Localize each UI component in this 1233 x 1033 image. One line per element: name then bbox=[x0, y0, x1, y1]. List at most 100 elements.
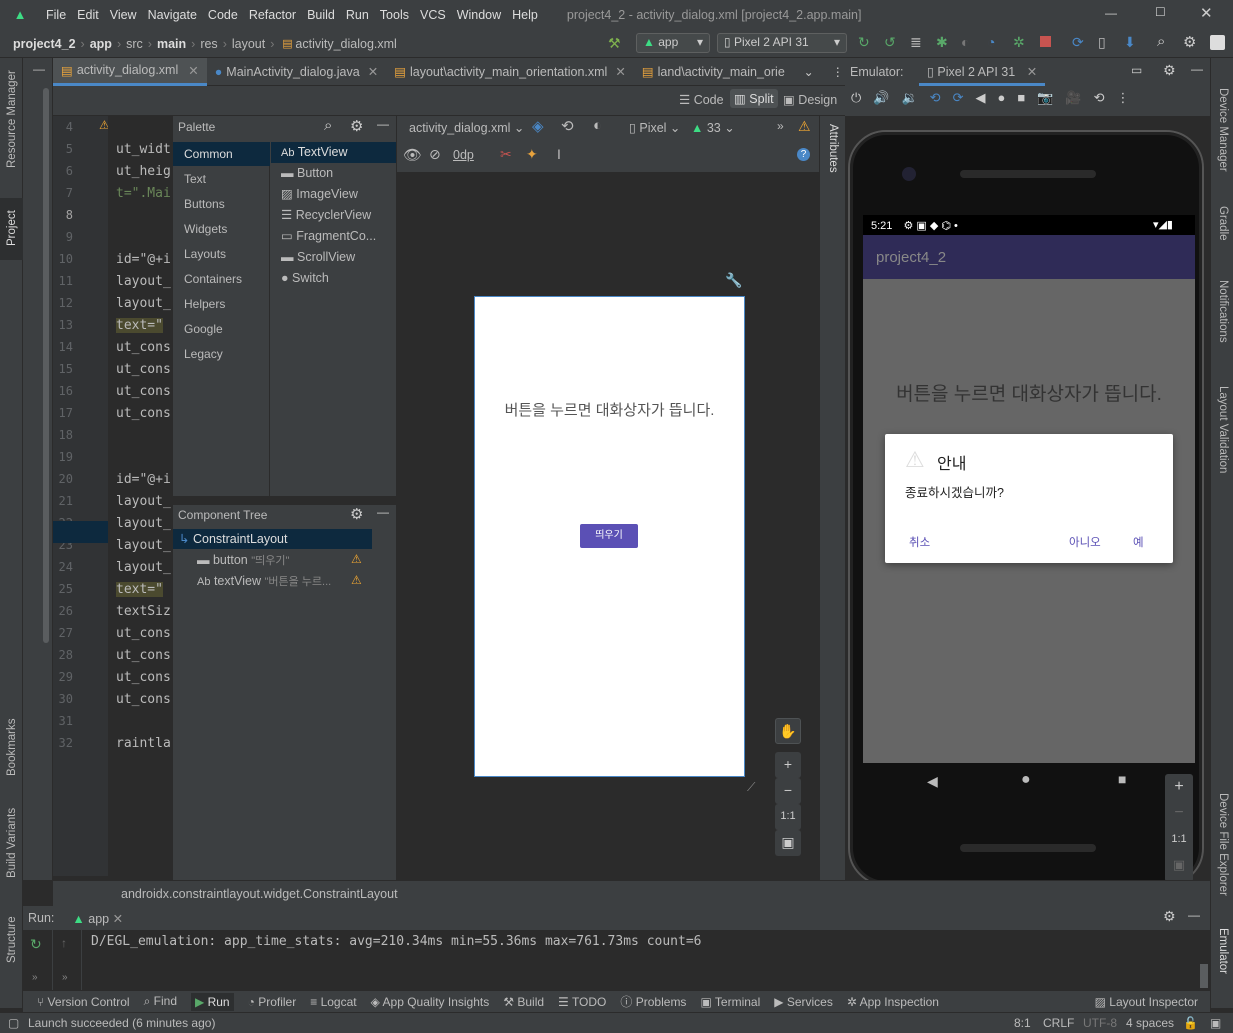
code-mode-button[interactable]: ☰ Code bbox=[679, 92, 724, 107]
dialog-no-button[interactable]: 아니오 bbox=[1069, 534, 1101, 550]
tree-settings-icon[interactable]: ⚙ bbox=[350, 505, 363, 523]
collapse-panel-icon[interactable]: — bbox=[33, 62, 45, 76]
close-tab-icon[interactable]: ✕ bbox=[1027, 65, 1037, 79]
panel-scrollbar[interactable] bbox=[43, 88, 49, 643]
menu-view[interactable]: View bbox=[110, 8, 137, 22]
palette-minimize-icon[interactable]: — bbox=[377, 117, 389, 131]
breadcrumb-project[interactable]: project4_2 bbox=[13, 37, 76, 51]
zoom-in-button[interactable]: + bbox=[775, 752, 801, 778]
tab-layout-orientation[interactable]: ▤ layout\activity_main_orientation.xml ✕ bbox=[386, 58, 634, 86]
volume-up-icon[interactable]: 🔊 bbox=[873, 90, 889, 106]
menu-refactor[interactable]: Refactor bbox=[249, 8, 296, 22]
notifications-tab[interactable]: Notifications bbox=[1217, 280, 1229, 343]
caret-position[interactable]: 8:1 bbox=[1014, 1013, 1031, 1033]
rotate-right-icon[interactable]: ⟳ bbox=[953, 90, 964, 106]
palette-cat-legacy[interactable]: Legacy bbox=[173, 342, 270, 366]
device-manager-tab[interactable]: Device Manager bbox=[1217, 88, 1229, 172]
default-margin-select[interactable]: 0dp bbox=[453, 148, 474, 162]
tree-minimize-icon[interactable]: — bbox=[377, 505, 389, 519]
more-actions-icon-2[interactable]: » bbox=[62, 972, 68, 983]
wrench-icon[interactable]: 🔧 bbox=[725, 272, 742, 289]
run-settings-icon[interactable]: ⚙ bbox=[1163, 908, 1176, 925]
palette-item-fragment[interactable]: ▭ FragmentCo... bbox=[281, 226, 376, 247]
lock-icon[interactable]: 🔓 bbox=[1183, 1013, 1198, 1033]
layout-validation-tab[interactable]: Layout Validation bbox=[1217, 386, 1229, 473]
breadcrumb-res[interactable]: res bbox=[200, 37, 217, 51]
palette-cat-layouts[interactable]: Layouts bbox=[173, 242, 270, 266]
tool-terminal[interactable]: ▣ Terminal bbox=[700, 995, 760, 1009]
emulator-tab[interactable]: ▯ Pixel 2 API 31 ✕ bbox=[919, 58, 1046, 86]
close-tab-icon[interactable]: ✕ bbox=[113, 912, 123, 926]
indent-setting[interactable]: 4 spaces bbox=[1126, 1013, 1174, 1033]
menu-tools[interactable]: Tools bbox=[380, 8, 409, 22]
device-select[interactable]: ▯ Pixel 2 API 31 ▾ bbox=[717, 33, 847, 53]
warning-icon[interactable]: ⚠ bbox=[351, 552, 362, 566]
rotate-left-icon[interactable]: ⟲ bbox=[930, 90, 941, 106]
palette-settings-icon[interactable]: ⚙ bbox=[350, 117, 363, 135]
search-icon[interactable]: ⌕ bbox=[1157, 33, 1165, 50]
emu-zoom-out-button[interactable]: − bbox=[1165, 800, 1193, 826]
close-tab-icon[interactable]: ✕ bbox=[368, 64, 378, 79]
menu-window[interactable]: Window bbox=[457, 8, 501, 22]
status-square-icon[interactable]: ▢ bbox=[8, 1013, 19, 1033]
device-file-explorer-tab[interactable]: Device File Explorer bbox=[1217, 793, 1229, 896]
device-preview-select[interactable]: ▯ Pixel ⌄ bbox=[629, 120, 680, 135]
more-actions-icon[interactable]: » bbox=[32, 972, 38, 983]
phone-screen[interactable]: 5:21 ⚙ ▣ ◆ ⌬ • ▾◢▮ project4_2 버튼을 누르면 대화… bbox=[863, 215, 1195, 763]
nav-overview-icon[interactable]: ■ bbox=[1118, 771, 1126, 787]
run-config-select[interactable]: ▲ app ▾ bbox=[636, 33, 710, 53]
tool-find[interactable]: ⌕ Find bbox=[144, 994, 177, 1009]
palette-cat-text[interactable]: Text bbox=[173, 167, 270, 191]
apply-changes-icon[interactable]: ↺ bbox=[884, 34, 896, 51]
nav-home-icon[interactable]: ● bbox=[1021, 771, 1031, 789]
palette-item-imageview[interactable]: ▨ ImageView bbox=[281, 184, 358, 205]
emu-zoom-fit-button[interactable]: ▣ bbox=[1165, 852, 1193, 878]
sdk-manager-icon[interactable]: ⬇ bbox=[1124, 34, 1136, 51]
tool-services[interactable]: ▶ Services bbox=[774, 995, 833, 1009]
tool-build[interactable]: ⚒ Build bbox=[503, 995, 544, 1009]
breadcrumb-src[interactable]: src bbox=[126, 37, 143, 51]
zoom-actual-button[interactable]: 1:1 bbox=[775, 804, 801, 830]
tab-main-activity[interactable]: ● MainActivity_dialog.java ✕ bbox=[207, 58, 386, 86]
warning-icon[interactable]: ⚠ bbox=[798, 118, 811, 135]
design-mode-button[interactable]: ▣ Design bbox=[783, 92, 837, 107]
palette-cat-buttons[interactable]: Buttons bbox=[173, 192, 270, 216]
palette-cat-common[interactable]: Common bbox=[173, 142, 270, 166]
avatar[interactable] bbox=[1210, 35, 1225, 50]
back-icon[interactable]: ◀ bbox=[975, 90, 985, 106]
api-level-select[interactable]: ▲ 33 ⌄ bbox=[691, 120, 735, 135]
palette-cat-google[interactable]: Google bbox=[173, 317, 270, 341]
emulator-settings-icon[interactable]: ⚙ bbox=[1163, 62, 1176, 79]
power-icon[interactable]: ⏻ bbox=[851, 90, 861, 106]
camera-icon[interactable]: 📷 bbox=[1037, 90, 1053, 106]
tree-row-button[interactable]: ▬ button "띄우기" bbox=[197, 550, 372, 570]
tool-app-quality[interactable]: ◈ App Quality Insights bbox=[371, 995, 490, 1009]
breadcrumb-app[interactable]: app bbox=[90, 37, 112, 51]
stop-icon[interactable] bbox=[1040, 36, 1051, 47]
breadcrumb-layout[interactable]: layout bbox=[232, 37, 265, 51]
close-tab-icon[interactable]: ✕ bbox=[615, 64, 625, 79]
menu-navigate[interactable]: Navigate bbox=[148, 8, 197, 22]
palette-item-button[interactable]: ▬ Button bbox=[281, 163, 333, 184]
emu-zoom-in-button[interactable]: + bbox=[1165, 774, 1193, 800]
tool-logcat[interactable]: ≡ Logcat bbox=[310, 995, 356, 1009]
tabs-dropdown-icon[interactable]: ⌄ bbox=[804, 65, 814, 79]
project-tab[interactable]: Project bbox=[6, 210, 18, 246]
palette-item-textview[interactable]: Ab TextView bbox=[281, 142, 348, 163]
structure-tab[interactable]: Structure bbox=[6, 916, 18, 963]
layout-preview[interactable]: 버튼을 누르면 대화상자가 뜹니다. 띄우기 bbox=[474, 296, 745, 777]
attributes-tab[interactable]: Attributes bbox=[827, 124, 839, 173]
console-scrollbar[interactable] bbox=[1200, 964, 1208, 988]
palette-cat-widgets[interactable]: Widgets bbox=[173, 217, 270, 241]
menu-run[interactable]: Run bbox=[346, 8, 369, 22]
tabs-more-icon[interactable]: ⋮ bbox=[832, 65, 844, 79]
hammer-icon[interactable]: ⚒ bbox=[608, 35, 621, 52]
layout-file-select[interactable]: activity_dialog.xml ⌄ bbox=[409, 120, 524, 135]
palette-item-scrollview[interactable]: ▬ ScrollView bbox=[281, 247, 355, 268]
menu-file[interactable]: File bbox=[46, 8, 66, 22]
file-encoding[interactable]: UTF-8 bbox=[1083, 1013, 1117, 1033]
palette-item-recyclerview[interactable]: ☰ RecyclerView bbox=[281, 205, 371, 226]
run-minimize-icon[interactable]: — bbox=[1188, 908, 1200, 922]
run-console[interactable]: ↻ ↑ » » D/EGL_emulation: app_time_stats:… bbox=[23, 930, 1210, 990]
pan-tool-button[interactable]: ✋ bbox=[775, 718, 801, 744]
